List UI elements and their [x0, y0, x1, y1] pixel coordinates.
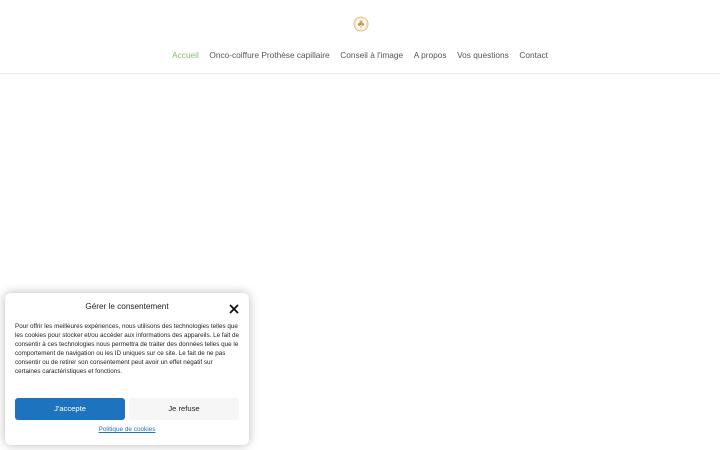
nav-item-a-propos[interactable]: A propos — [408, 49, 451, 61]
page: Accueil Onco-coiffure Prothèse capillair… — [0, 0, 720, 450]
nav-item-conseil-image[interactable]: Conseil à l'image — [335, 49, 409, 61]
close-icon[interactable] — [229, 301, 239, 314]
nav-item-vos-questions[interactable]: Vos questions — [452, 49, 514, 61]
site-header: Accueil Onco-coiffure Prothèse capillair… — [0, 0, 720, 74]
consent-title: Gérer le consentement — [85, 302, 169, 311]
consent-dialog: Gérer le consentement Pour offrir les me… — [5, 293, 249, 445]
cookie-policy-link[interactable]: Politique de cookies — [5, 426, 249, 433]
main-navigation: Accueil Onco-coiffure Prothèse capillair… — [0, 49, 720, 61]
consent-message: Pour offrir les meilleures expériences, … — [15, 323, 240, 376]
refuse-button[interactable]: Je refuse — [129, 398, 239, 420]
nav-item-onco-coiffure[interactable]: Onco-coiffure Prothèse capillaire — [204, 49, 335, 61]
circular-flower-logo-icon[interactable] — [353, 16, 369, 32]
nav-item-contact[interactable]: Contact — [514, 49, 553, 61]
nav-item-accueil[interactable]: Accueil — [167, 49, 204, 61]
accept-button[interactable]: J'accepte — [15, 398, 125, 420]
